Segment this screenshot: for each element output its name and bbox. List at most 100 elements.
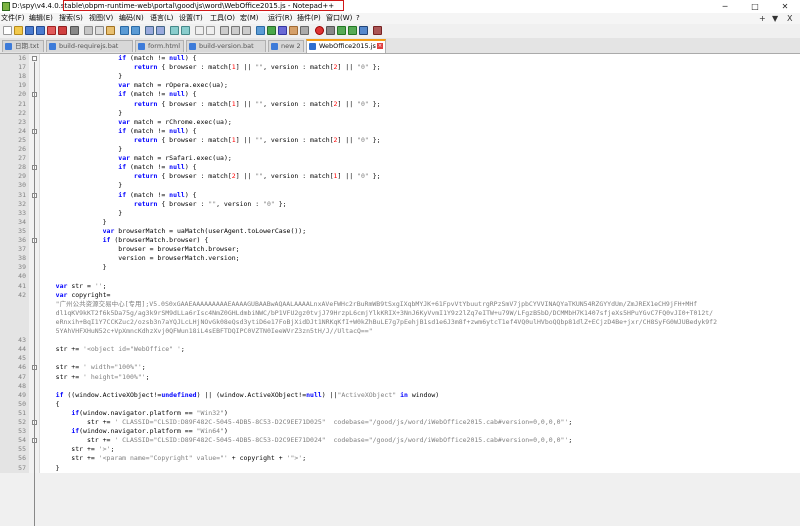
cut-icon[interactable] — [84, 26, 93, 35]
save-all-icon[interactable] — [36, 26, 45, 35]
indent-guide-icon[interactable] — [242, 26, 251, 35]
code-line[interactable]: dl1qKV9kKT2f6k5Da75g/ag3k9rSM9dLLa6rIsc4… — [40, 309, 713, 318]
code-line[interactable]: "广州公共资源交易中心[专用];V5.0S0xGAAEAAAAAAAAAEAAA… — [40, 300, 698, 309]
play-macro-icon[interactable] — [337, 26, 346, 35]
code-line[interactable]: var browserMatch = uaMatch(userAgent.toL… — [40, 227, 307, 236]
close-button[interactable]: ✕ — [770, 0, 800, 13]
code-line[interactable]: str += ' height="100%"'; — [40, 373, 150, 382]
menu-language[interactable]: 语言(L) — [150, 13, 173, 24]
find-icon[interactable] — [145, 26, 154, 35]
word-wrap-icon[interactable] — [220, 26, 229, 35]
code-editor[interactable]: if (match != null) { return { browser : … — [0, 54, 800, 526]
folder-workspace-icon[interactable] — [289, 26, 298, 35]
code-line[interactable]: if(window.navigator.platform == "Win32") — [40, 409, 228, 418]
dropdown-icon[interactable]: ▼ — [772, 13, 778, 24]
undo-icon[interactable] — [120, 26, 129, 35]
record-macro-icon[interactable] — [315, 26, 324, 35]
code-line[interactable]: if (match != null) { — [40, 127, 196, 136]
code-line[interactable]: if(window.navigator.platform == "Win64") — [40, 427, 228, 436]
code-line[interactable]: var copyright= — [40, 291, 111, 300]
code-line[interactable]: } — [40, 181, 122, 190]
code-line[interactable]: var str = ''; — [40, 282, 107, 291]
plus-icon[interactable]: + — [759, 13, 766, 24]
open-file-icon[interactable] — [14, 26, 23, 35]
code-line[interactable]: 5YAhVHFXHuN52c+VpXmncKdhzXvj0QFWun18iL4s… — [40, 327, 373, 336]
menu-tools[interactable]: 工具(O) — [210, 13, 235, 24]
code-line[interactable]: { — [40, 400, 60, 409]
fold-toggle-icon[interactable] — [32, 56, 37, 61]
code-line[interactable]: var match = rSafari.exec(ua); — [40, 154, 232, 163]
code-line[interactable]: var match = rChrome.exec(ua); — [40, 118, 232, 127]
monitor-icon[interactable] — [300, 26, 309, 35]
menu-settings[interactable]: 设置(T) — [179, 13, 203, 24]
redo-icon[interactable] — [131, 26, 140, 35]
copy-icon[interactable] — [95, 26, 104, 35]
code-line[interactable]: version = browserMatch.version; — [40, 254, 239, 263]
menu-window[interactable]: 窗口(W) — [326, 13, 352, 24]
tab-weboffice2015-js[interactable]: WebOffice2015.js × — [306, 39, 386, 53]
code-line[interactable]: } — [40, 218, 107, 227]
code-line[interactable]: browser = browserMatch.browser; — [40, 245, 239, 254]
code-line[interactable]: } — [40, 263, 107, 272]
stop-macro-icon[interactable] — [326, 26, 335, 35]
tab-build-version[interactable]: build-version.bat — [186, 40, 266, 52]
code-line[interactable]: } — [40, 464, 60, 473]
code-line[interactable]: eRnxih+BqI1Y7CCKZuc2/ozsb3n7aYQJLcLHjNOv… — [40, 318, 717, 327]
code-area[interactable]: if (match != null) { return { browser : … — [40, 54, 800, 473]
show-all-chars-icon[interactable] — [231, 26, 240, 35]
zoom-out-icon[interactable] — [181, 26, 190, 35]
replace-icon[interactable] — [156, 26, 165, 35]
zoom-in-icon[interactable] — [170, 26, 179, 35]
close-doc-icon[interactable]: X — [787, 13, 792, 24]
code-line[interactable]: return { browser : match[1] || "", versi… — [40, 136, 381, 145]
code-line[interactable]: str += '<param name="Copyright" value="'… — [40, 454, 306, 463]
menu-macro[interactable]: 宏(M) — [240, 13, 259, 24]
code-line[interactable]: return { browser : match[2] || "", versi… — [40, 172, 381, 181]
code-line[interactable]: } — [40, 209, 122, 218]
sync-vertical-icon[interactable] — [195, 26, 204, 35]
menu-encoding[interactable]: 编码(N) — [119, 13, 144, 24]
code-line[interactable]: return { browser : "", version : "0" }; — [40, 200, 287, 209]
code-line[interactable]: if (match != null) { — [40, 191, 196, 200]
function-list-icon[interactable] — [278, 26, 287, 35]
menu-plugins[interactable]: 插件(P) — [297, 13, 321, 24]
code-line[interactable]: return { browser : match[1] || "", versi… — [40, 63, 381, 72]
code-line[interactable]: str += ' CLASSID="CLSID:D89F482C-5045-4D… — [40, 418, 572, 427]
code-line[interactable]: if (match != null) { — [40, 54, 196, 63]
doc-map-icon[interactable] — [267, 26, 276, 35]
code-line[interactable]: } — [40, 109, 122, 118]
tab-new-2[interactable]: new 2 — [268, 40, 304, 52]
tab-date-txt[interactable]: 日期.txt — [2, 40, 44, 52]
save-macro-icon[interactable] — [359, 26, 368, 35]
code-line[interactable]: } — [40, 72, 122, 81]
code-line[interactable]: str += ' CLASSID="CLSID:D89F482C-5045-4D… — [40, 436, 572, 445]
close-file-icon[interactable] — [47, 26, 56, 35]
print-icon[interactable] — [70, 26, 79, 35]
save-icon[interactable] — [25, 26, 34, 35]
tab-build-requirejs[interactable]: build-requirejs.bat — [46, 40, 133, 52]
menu-file[interactable]: 文件(F) — [1, 13, 25, 24]
menu-view[interactable]: 视图(V) — [89, 13, 113, 24]
menu-help[interactable]: ? — [356, 13, 360, 24]
code-line[interactable]: if (match != null) { — [40, 90, 196, 99]
spell-check-icon[interactable] — [373, 26, 382, 35]
close-tab-icon[interactable]: × — [377, 43, 383, 49]
menu-run[interactable]: 运行(R) — [268, 13, 292, 24]
user-lang-icon[interactable] — [256, 26, 265, 35]
minimize-button[interactable]: ─ — [710, 0, 740, 13]
code-line[interactable]: if (browserMatch.browser) { — [40, 236, 209, 245]
paste-icon[interactable] — [106, 26, 115, 35]
tab-form-html[interactable]: form.html — [135, 40, 184, 52]
menu-edit[interactable]: 编辑(E) — [29, 13, 53, 24]
menu-search[interactable]: 搜索(S) — [59, 13, 83, 24]
close-all-icon[interactable] — [58, 26, 67, 35]
code-line[interactable]: str += '>'; — [40, 445, 114, 454]
code-line[interactable]: return { browser : match[1] || "", versi… — [40, 100, 381, 109]
new-file-icon[interactable] — [3, 26, 12, 35]
code-line[interactable]: str += '<object id="WebOffice" '; — [40, 345, 185, 354]
play-multiple-icon[interactable] — [348, 26, 357, 35]
code-line[interactable]: if (match != null) { — [40, 163, 196, 172]
sync-horizontal-icon[interactable] — [206, 26, 215, 35]
code-line[interactable]: str += ' width="100%"'; — [40, 363, 146, 372]
code-line[interactable]: } — [40, 145, 122, 154]
